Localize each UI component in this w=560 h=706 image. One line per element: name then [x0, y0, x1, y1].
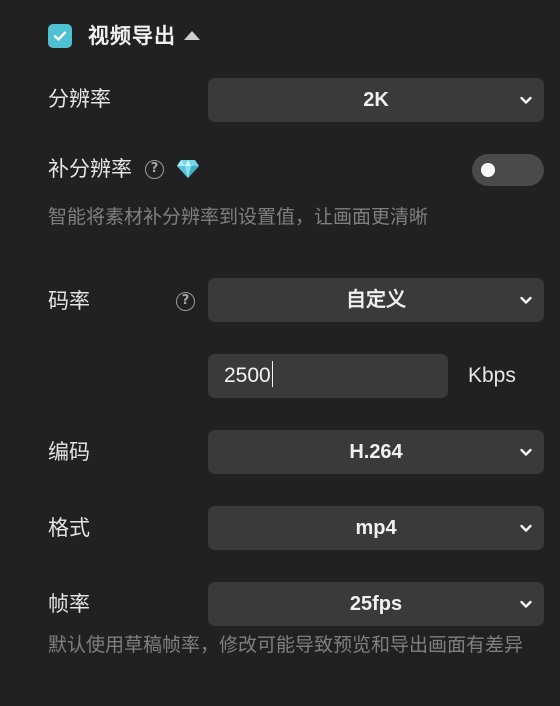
resolution-select[interactable]: 2K [208, 78, 544, 122]
frame-rate-label: 帧率 [48, 592, 90, 616]
super-resolution-label: 补分辨率 [48, 157, 132, 181]
bitrate-input-value: 2500 [224, 364, 271, 387]
chevron-down-icon [520, 524, 532, 532]
chevron-down-icon [520, 296, 532, 304]
help-icon[interactable]: ? [145, 160, 164, 179]
resolution-value: 2K [363, 89, 389, 111]
frame-rate-hint: 默认使用草稿帧率，修改可能导致预览和导出画面有差异 [48, 634, 524, 656]
video-export-checkbox[interactable] [48, 24, 72, 48]
diamond-vip-icon [177, 160, 199, 178]
bitrate-input[interactable]: 2500 [208, 354, 448, 398]
format-value: mp4 [355, 517, 397, 539]
bitrate-value: 自定义 [346, 289, 406, 311]
toggle-knob [481, 163, 495, 177]
chevron-down-icon [520, 96, 532, 104]
codec-value: H.264 [349, 441, 403, 463]
resolution-label: 分辨率 [48, 87, 111, 111]
chevron-down-icon [520, 448, 532, 456]
chevron-down-icon [520, 600, 532, 608]
text-cursor [271, 361, 274, 388]
super-resolution-toggle[interactable] [472, 154, 544, 186]
codec-select[interactable]: H.264 [208, 430, 544, 474]
bitrate-label: 码率 [48, 289, 90, 313]
format-label: 格式 [48, 516, 90, 540]
format-select[interactable]: mp4 [208, 506, 544, 550]
bitrate-select[interactable]: 自定义 [208, 278, 544, 322]
bitrate-help-icon[interactable]: ? [176, 292, 195, 311]
super-resolution-hint: 智能将素材补分辨率到设置值，让画面更清晰 [48, 206, 429, 228]
section-title: 视频导出 [88, 24, 176, 48]
frame-rate-select[interactable]: 25fps [208, 582, 544, 626]
frame-rate-value: 25fps [349, 593, 403, 615]
bitrate-unit: Kbps [468, 364, 516, 387]
codec-label: 编码 [48, 440, 90, 464]
check-icon [53, 31, 67, 41]
collapse-caret-icon[interactable] [184, 31, 200, 40]
